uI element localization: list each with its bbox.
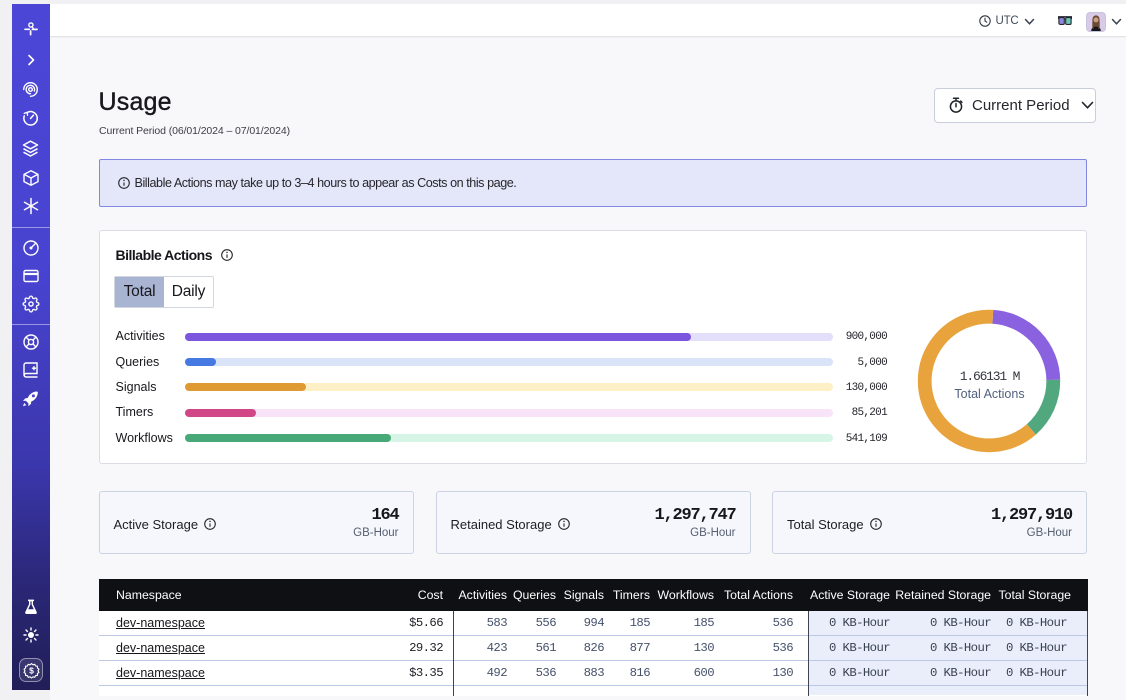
svg-text:$: $ [29, 665, 34, 675]
